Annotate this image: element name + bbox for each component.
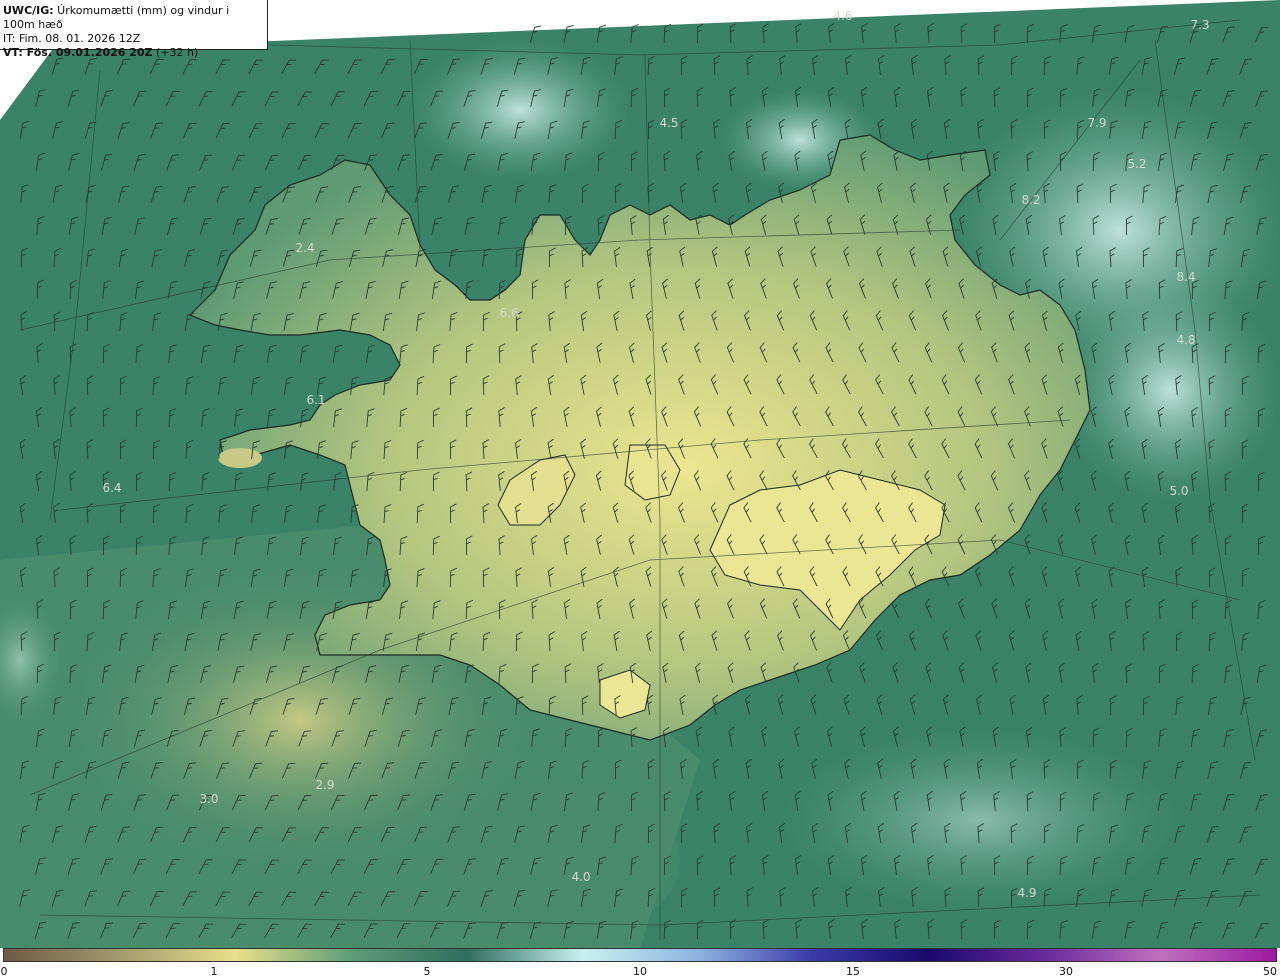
title-line: UWC/IG: Úrkomumætti (mm) og vindur i 100… — [3, 4, 230, 31]
map-value: 6.6 — [499, 306, 519, 320]
map-value: 8.4 — [1176, 270, 1196, 284]
issue-time: IT: Fim. 08. 01. 2026 12Z — [3, 32, 141, 45]
colorbar-label: 5 — [423, 965, 431, 978]
map-info-box: UWC/IG: Úrkomumætti (mm) og vindur i 100… — [0, 0, 268, 59]
map-value: 4.9 — [1017, 886, 1037, 900]
map-value: 7.9 — [1087, 116, 1107, 130]
map-value: 5.2 — [1127, 157, 1147, 171]
map-value: 2.9 — [315, 778, 335, 792]
colorbar-label: 10 — [633, 965, 647, 978]
valid-time-line: VT: Fös. 09.01.2026 20Z (+32 h) — [3, 46, 199, 59]
colorbar-label: 30 — [1059, 965, 1073, 978]
map-value: 6.4 — [102, 481, 122, 495]
map-value: 4.0 — [571, 870, 591, 884]
colorbar-strip — [3, 948, 1277, 962]
map-value: 3.0 — [199, 792, 219, 806]
colorbar-label: 15 — [846, 965, 860, 978]
colorbar: 0 1 5 10 15 30 50 — [0, 948, 1280, 978]
colorbar-label: 0 — [0, 965, 8, 978]
colorbar-label: 1 — [210, 965, 218, 978]
map-value: 2.4 — [295, 241, 315, 255]
map-value: 4.8 — [1176, 333, 1196, 347]
precipitation-map[interactable]: UWC/IG: Úrkomumætti (mm) og vindur i 100… — [0, 0, 1280, 948]
map-value: 8.2 — [1021, 193, 1041, 207]
map-value: 6.1 — [306, 393, 326, 407]
snaefellsjokull — [218, 448, 262, 468]
precip-patch-south — [780, 730, 1180, 910]
map-value: 4.6 — [833, 9, 853, 23]
precip-patch-north — [410, 40, 630, 180]
map-value: 7.3 — [1190, 18, 1210, 32]
south-band — [440, 780, 680, 940]
map-canvas — [0, 0, 1280, 948]
map-value: 4.5 — [659, 116, 679, 130]
map-value: 5.0 — [1169, 484, 1189, 498]
colorbar-label: 50 — [1263, 965, 1277, 978]
